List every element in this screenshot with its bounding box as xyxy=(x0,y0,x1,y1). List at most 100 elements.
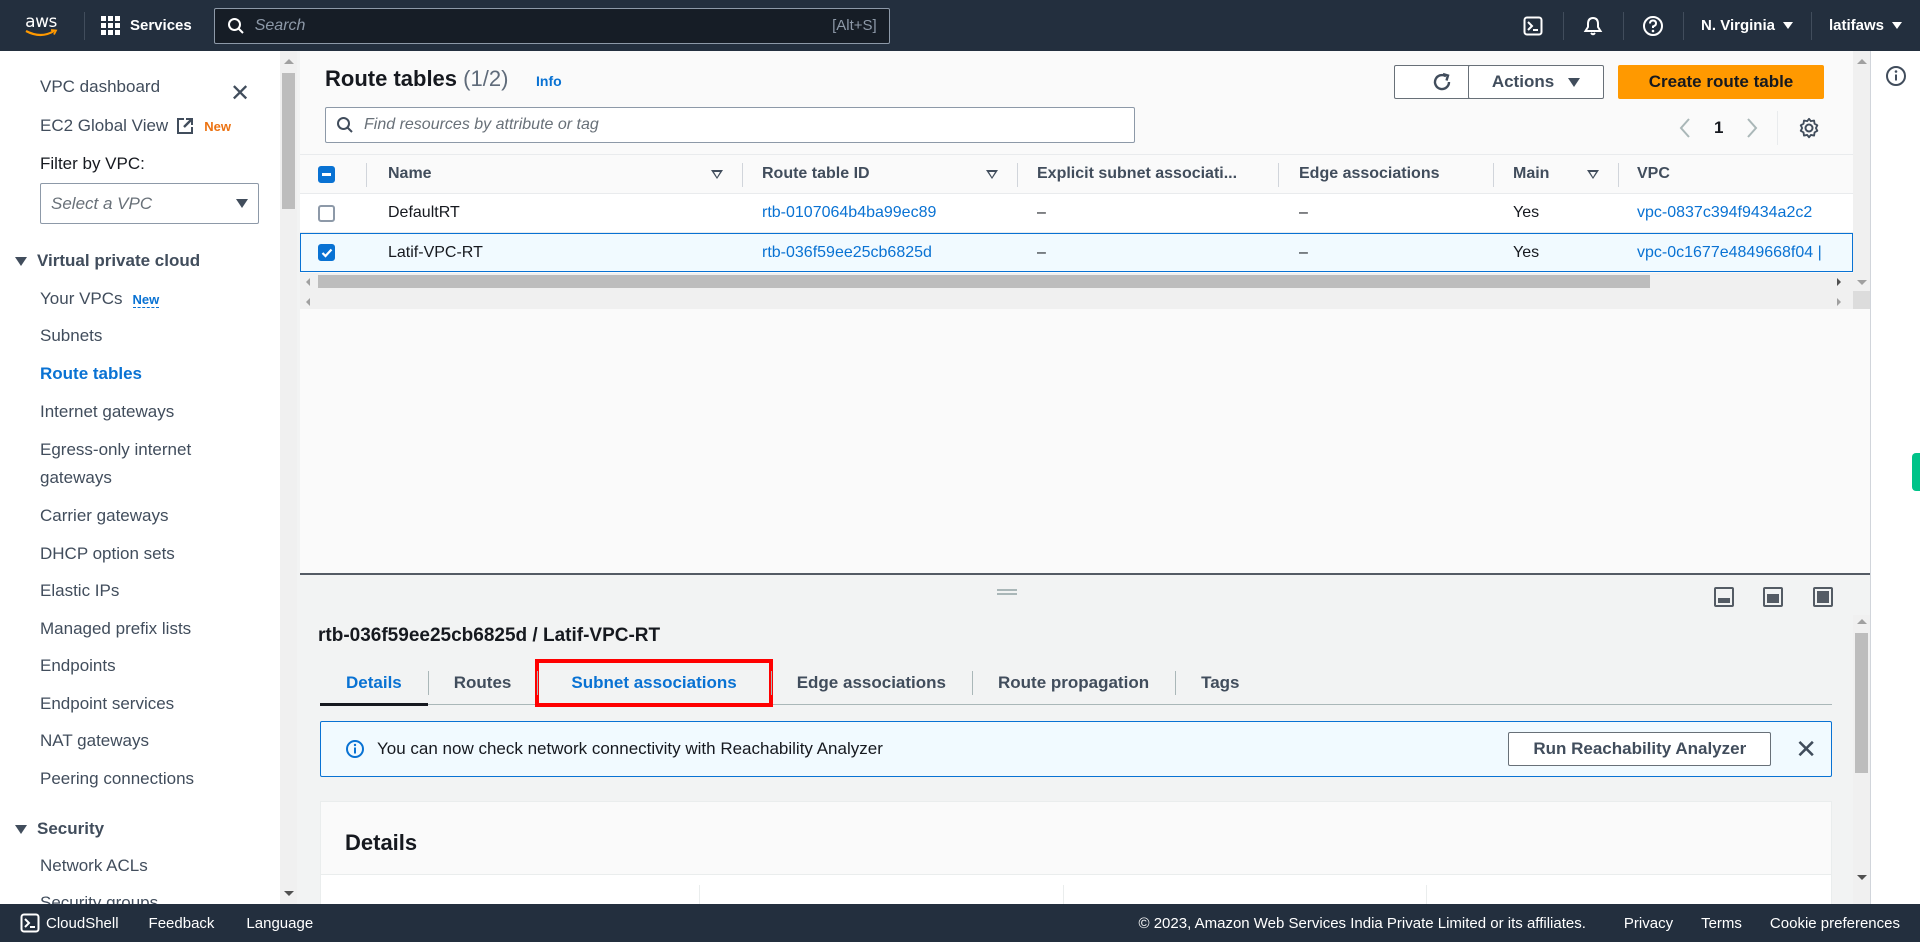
terms-link[interactable]: Terms xyxy=(1701,915,1742,932)
panel-minimize-icon[interactable] xyxy=(1714,587,1734,607)
column-header-edge-associations[interactable]: Edge associations xyxy=(1299,155,1440,193)
close-sidebar-icon[interactable]: ✕ xyxy=(230,79,250,108)
tab-route-propagation[interactable]: Route propagation xyxy=(971,661,1175,705)
row-checkbox-checked[interactable] xyxy=(318,244,335,261)
language-link[interactable]: Language xyxy=(246,915,313,932)
scroll-right-arrow-icon[interactable] xyxy=(1837,278,1841,286)
table-row-selected[interactable]: Latif-VPC-RT rtb-036f59ee25cb6825d – – Y… xyxy=(300,233,1853,272)
sidebar-item-ec2-global-view[interactable]: EC2 Global View New xyxy=(40,116,231,136)
sidebar-item-dhcp-option-sets[interactable]: DHCP option sets xyxy=(40,544,175,564)
dismiss-alert-icon[interactable]: ✕ xyxy=(1795,736,1817,762)
sidebar-section-security[interactable]: Security xyxy=(15,819,104,839)
sidebar-item-endpoints[interactable]: Endpoints xyxy=(40,656,116,676)
sidebar-item-internet-gateways[interactable]: Internet gateways xyxy=(40,402,174,422)
scroll-up-arrow-icon[interactable] xyxy=(284,59,294,64)
feedback-link[interactable]: Feedback xyxy=(149,915,215,932)
sidebar-item-subnets[interactable]: Subnets xyxy=(40,326,102,346)
vpc-id-link[interactable]: vpc-0837c394f9434a2c2 xyxy=(1637,194,1812,232)
sidebar-item-egress-only-internet-gateways[interactable]: gateways xyxy=(40,468,112,488)
sidebar-item-managed-prefix-lists[interactable]: Managed prefix lists xyxy=(40,619,191,639)
account-menu[interactable]: latifaws xyxy=(1810,0,1920,51)
feedback-side-tab[interactable] xyxy=(1912,453,1920,491)
tab-routes[interactable]: Routes xyxy=(427,661,538,705)
run-reachability-analyzer-button[interactable]: Run Reachability Analyzer xyxy=(1508,732,1772,766)
tab-edge-associations[interactable]: Edge associations xyxy=(770,661,972,705)
sidebar-item-carrier-gateways[interactable]: Carrier gateways xyxy=(40,506,169,526)
sidebar-item-nat-gateways[interactable]: NAT gateways xyxy=(40,731,149,751)
column-header-explicit-subnet-associations[interactable]: Explicit subnet associati... xyxy=(1037,155,1257,193)
console-footer: CloudShell Feedback Language © 2023, Ama… xyxy=(0,904,1920,942)
notifications-button[interactable] xyxy=(1563,0,1623,51)
column-header-main[interactable]: Main xyxy=(1513,155,1549,193)
column-header-name[interactable]: Name xyxy=(388,155,432,193)
settings-gear-icon[interactable] xyxy=(1798,117,1820,139)
global-search-input[interactable]: Search [Alt+S] xyxy=(213,7,890,44)
indeterminate-checkbox[interactable] xyxy=(318,165,335,183)
cloudshell-footer-button[interactable]: CloudShell xyxy=(20,913,119,933)
current-page[interactable]: 1 xyxy=(1714,118,1723,138)
sidebar-item-route-tables[interactable]: Route tables xyxy=(40,364,142,384)
scrollbar-thumb[interactable] xyxy=(1855,633,1868,773)
scroll-up-arrow-icon[interactable] xyxy=(1857,59,1867,64)
sidebar-item-endpoint-services[interactable]: Endpoint services xyxy=(40,694,174,714)
cookie-preferences-link[interactable]: Cookie preferences xyxy=(1770,915,1900,932)
resize-handle-icon[interactable] xyxy=(997,589,1017,595)
column-header-vpc[interactable]: VPC xyxy=(1637,155,1670,193)
sort-icon[interactable] xyxy=(1587,170,1599,179)
sidebar-section-virtual-private-cloud[interactable]: Virtual private cloud xyxy=(15,251,200,271)
services-menu-button[interactable]: Services xyxy=(101,16,192,35)
vpc-filter-select[interactable]: Select a VPC xyxy=(40,183,259,224)
select-all-checkbox[interactable] xyxy=(318,155,335,193)
panel-maximize-icon[interactable] xyxy=(1813,587,1833,607)
scroll-left-arrow-icon[interactable] xyxy=(306,278,310,286)
table-row[interactable]: DefaultRT rtb-0107064b4ba99ec89 – – Yes … xyxy=(300,194,1853,233)
scroll-up-arrow-icon[interactable] xyxy=(1857,619,1867,624)
info-panel-icon[interactable] xyxy=(1885,65,1907,87)
scroll-left-arrow-icon[interactable] xyxy=(306,298,310,306)
sidebar-item-your-vpcs[interactable]: Your VPCs New xyxy=(40,289,160,309)
cloudshell-button[interactable] xyxy=(1503,0,1563,51)
scrollbar-thumb[interactable] xyxy=(282,73,295,209)
column-divider[interactable] xyxy=(742,163,743,187)
resource-filter-input[interactable]: Find resources by attribute or tag xyxy=(325,107,1135,143)
route-table-id-link[interactable]: rtb-036f59ee25cb6825d xyxy=(762,234,932,271)
sidebar-item-peering-connections[interactable]: Peering connections xyxy=(40,769,194,789)
scrollbar-thumb[interactable] xyxy=(318,275,1650,288)
column-divider[interactable] xyxy=(1618,163,1619,187)
region-selector[interactable]: N. Virginia xyxy=(1683,0,1811,51)
row-checkbox[interactable] xyxy=(318,204,335,222)
split-panel-scrollbar[interactable] xyxy=(1853,615,1870,906)
sort-icon[interactable] xyxy=(711,170,723,179)
create-route-table-button[interactable]: Create route table xyxy=(1618,65,1824,99)
column-divider[interactable] xyxy=(1017,163,1018,187)
panel-half-icon[interactable] xyxy=(1763,587,1783,607)
privacy-link[interactable]: Privacy xyxy=(1624,915,1673,932)
sidebar-item-security-groups[interactable]: Security groups xyxy=(40,893,158,904)
scroll-down-arrow-icon[interactable] xyxy=(1857,280,1867,285)
column-divider[interactable] xyxy=(1278,163,1279,187)
sidebar-item-vpc-dashboard[interactable]: VPC dashboard xyxy=(40,77,160,97)
aws-logo[interactable]: aws xyxy=(20,8,62,44)
next-page-icon[interactable] xyxy=(1745,117,1759,139)
column-divider[interactable] xyxy=(1493,163,1494,187)
actions-dropdown-button[interactable]: Actions xyxy=(1468,65,1604,99)
sidebar-scrollbar[interactable] xyxy=(280,51,297,904)
tab-details[interactable]: Details xyxy=(320,661,428,706)
table-horizontal-scrollbar[interactable] xyxy=(300,273,1853,309)
vpc-id-link[interactable]: vpc-0c1677e4849668f04 | xyxy=(1637,234,1822,271)
sidebar-item-network-acls[interactable]: Network ACLs xyxy=(40,856,148,876)
sidebar-item-elastic-ips[interactable]: Elastic IPs xyxy=(40,581,119,601)
help-button[interactable] xyxy=(1623,0,1683,51)
tab-subnet-associations[interactable]: Subnet associations xyxy=(535,659,773,707)
sort-icon[interactable] xyxy=(986,170,998,179)
route-table-id-link[interactable]: rtb-0107064b4ba99ec89 xyxy=(762,194,936,232)
info-link[interactable]: Info xyxy=(536,73,562,89)
scroll-down-arrow-icon[interactable] xyxy=(1857,875,1867,880)
tab-tags[interactable]: Tags xyxy=(1175,661,1265,705)
scroll-down-arrow-icon[interactable] xyxy=(284,891,294,896)
previous-page-icon[interactable] xyxy=(1678,117,1692,139)
scroll-right-arrow-icon[interactable] xyxy=(1837,298,1841,306)
column-header-route-table-id[interactable]: Route table ID xyxy=(762,155,870,193)
sidebar-item-egress-only-internet-gateways[interactable]: Egress-only internet xyxy=(40,440,191,460)
table-vertical-scrollbar[interactable] xyxy=(1853,51,1870,309)
